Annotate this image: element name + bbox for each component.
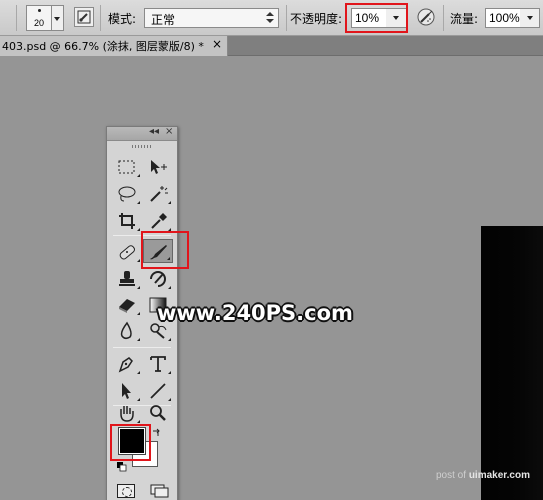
eyedropper-tool[interactable]	[143, 209, 173, 233]
flow-label: 流量:	[450, 12, 479, 26]
mode-select[interactable]: 正常	[144, 8, 279, 28]
pen-tool[interactable]	[112, 352, 142, 376]
opacity-label: 不透明度:	[290, 12, 343, 26]
crop-tool[interactable]	[112, 209, 142, 233]
brush-panel-icon	[77, 10, 91, 24]
magnifier-icon	[150, 405, 166, 421]
tools-panel-header[interactable]: ◂◂ ×	[107, 126, 177, 141]
zoom-tool[interactable]	[143, 401, 173, 425]
brush-size-value: 20	[33, 18, 44, 28]
move-tool[interactable]	[143, 155, 173, 179]
flow-dropdown[interactable]	[520, 8, 540, 28]
document-tab-bar: 403.psd @ 66.7% (涂抹, 图层蒙版/8) * ×	[0, 36, 543, 56]
screen-mode-icon	[150, 484, 169, 498]
panel-grip[interactable]	[132, 145, 152, 148]
path-selection-icon	[122, 383, 131, 399]
healing-brush-tool[interactable]	[112, 240, 142, 264]
stamp-icon	[119, 271, 135, 286]
line-tool[interactable]	[143, 379, 173, 403]
screen-mode-button[interactable]	[150, 483, 170, 499]
magic-wand-tool[interactable]	[143, 182, 173, 206]
path-selection-tool[interactable]	[112, 379, 142, 403]
swap-colors-icon[interactable]	[151, 428, 161, 441]
brush-preset-dropdown[interactable]	[52, 5, 64, 31]
history-brush-tool[interactable]	[143, 267, 173, 291]
flow-field[interactable]: 100%	[485, 8, 521, 28]
hand-icon	[120, 406, 134, 422]
type-icon	[150, 356, 166, 372]
separator	[100, 5, 101, 31]
credit-site: uimaker.com	[468, 470, 530, 481]
watermark-text: www.240PS.com	[157, 301, 353, 325]
quick-mask-button[interactable]	[117, 484, 135, 498]
line-icon	[150, 383, 166, 399]
options-bar: 20 模式: 正常 不透明度: 10% 流量: 100%	[0, 0, 543, 36]
brush-tip-icon	[38, 9, 41, 12]
divider	[113, 347, 171, 348]
hand-tool[interactable]	[112, 401, 142, 425]
document-tab[interactable]: 403.psd @ 66.7% (涂抹, 图层蒙版/8) * ×	[0, 36, 228, 56]
history-brush-icon	[150, 271, 166, 287]
type-tool[interactable]	[143, 352, 173, 376]
move-icon	[151, 160, 167, 174]
brush-preset-picker[interactable]: 20	[26, 5, 52, 31]
eraser-icon	[119, 299, 135, 313]
drop-icon	[120, 321, 132, 340]
lasso-icon	[118, 186, 136, 202]
blur-tool[interactable]	[112, 319, 142, 343]
crop-icon	[119, 213, 135, 229]
mode-label: 模式:	[108, 12, 137, 26]
band-aid-icon	[119, 245, 135, 260]
credit-text: post of uimaker.com	[436, 470, 530, 481]
airbrush-icon	[417, 8, 435, 26]
credit-prefix: post of	[436, 470, 469, 481]
separator	[443, 5, 444, 31]
document-tab-title: 403.psd @ 66.7% (涂抹, 图层蒙版/8) *	[2, 40, 204, 53]
close-icon[interactable]: ×	[212, 37, 222, 51]
foreground-color-highlight	[110, 424, 151, 461]
close-icon[interactable]: ×	[165, 126, 173, 137]
brush-tool-highlight	[141, 231, 189, 269]
collapse-icon[interactable]: ◂◂	[149, 126, 159, 137]
lasso-tool[interactable]	[112, 182, 142, 206]
opacity-highlight	[345, 3, 408, 33]
pen-icon	[118, 357, 133, 373]
separator	[16, 5, 17, 31]
airbrush-toggle[interactable]	[416, 7, 436, 27]
toggle-brush-panel-button[interactable]	[74, 7, 94, 27]
document-image	[481, 226, 543, 500]
eyedropper-icon	[151, 213, 167, 229]
rectangular-marquee-icon	[118, 160, 135, 174]
separator	[286, 5, 287, 31]
eraser-tool[interactable]	[112, 293, 142, 317]
default-colors-icon[interactable]	[117, 461, 127, 472]
marquee-tool[interactable]	[112, 155, 142, 179]
mode-value: 正常	[151, 13, 176, 27]
select-arrows-icon	[266, 11, 274, 25]
clone-stamp-tool[interactable]	[112, 267, 142, 291]
magic-wand-icon	[150, 186, 168, 202]
